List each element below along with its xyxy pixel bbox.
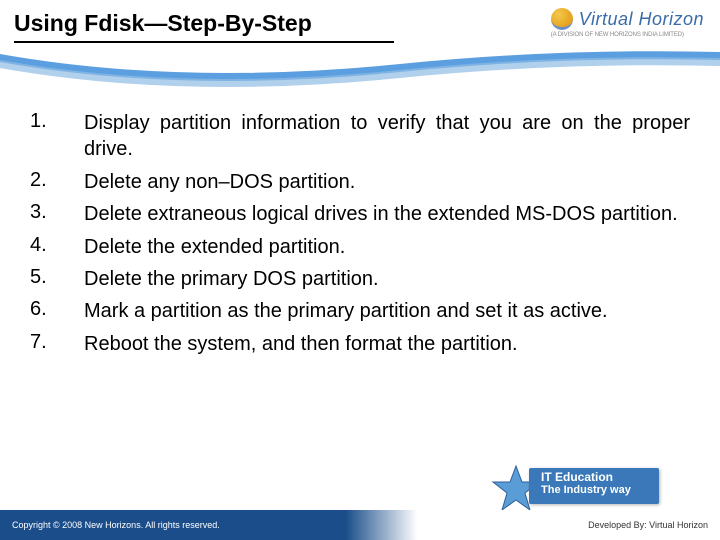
globe-sun-icon [551,8,573,30]
step-text: Mark a partition as the primary partitio… [84,298,690,324]
step-text: Delete any non–DOS partition. [84,169,690,195]
step-number: 1. [30,110,84,133]
slide-footer: Copyright © 2008 New Horizons. All right… [0,510,720,540]
header-swoosh [0,46,720,90]
step-number: 2. [30,169,84,192]
slide-header: Using Fdisk—Step-By-Step Virtual Horizon… [0,0,720,78]
step-text: Display partition information to verify … [84,110,690,163]
step-number: 4. [30,234,84,257]
step-number: 5. [30,266,84,289]
step-text: Delete the extended partition. [84,234,690,260]
list-item: 3. Delete extraneous logical drives in t… [30,201,690,227]
badge-box: IT Education The Industry way [529,468,659,504]
list-item: 7. Reboot the system, and then format th… [30,331,690,357]
list-item: 4. Delete the extended partition. [30,234,690,260]
list-item: 1. Display partition information to veri… [30,110,690,163]
brand-name: Virtual Horizon [579,10,704,28]
list-item: 2. Delete any non–DOS partition. [30,169,690,195]
developed-by-text: Developed By: Virtual Horizon [588,520,708,530]
badge-line2: The Industry way [541,484,651,496]
list-item: 5. Delete the primary DOS partition. [30,266,690,292]
footer-badge: IT Education The Industry way [505,462,660,516]
step-text: Reboot the system, and then format the p… [84,331,690,357]
list-item: 6. Mark a partition as the primary parti… [30,298,690,324]
copyright-text: Copyright © 2008 New Horizons. All right… [12,520,220,530]
step-list: 1. Display partition information to veri… [30,110,690,363]
step-text: Delete the primary DOS partition. [84,266,690,292]
slide-title: Using Fdisk—Step-By-Step [14,10,394,43]
step-number: 6. [30,298,84,321]
step-number: 3. [30,201,84,224]
step-text: Delete extraneous logical drives in the … [84,201,690,227]
brand-block: Virtual Horizon (A DIVISION OF NEW HORIZ… [551,8,704,38]
step-number: 7. [30,331,84,354]
badge-line1: IT Education [541,471,651,484]
brand-subtitle: (A DIVISION OF NEW HORIZONS INDIA LIMITE… [551,32,704,38]
